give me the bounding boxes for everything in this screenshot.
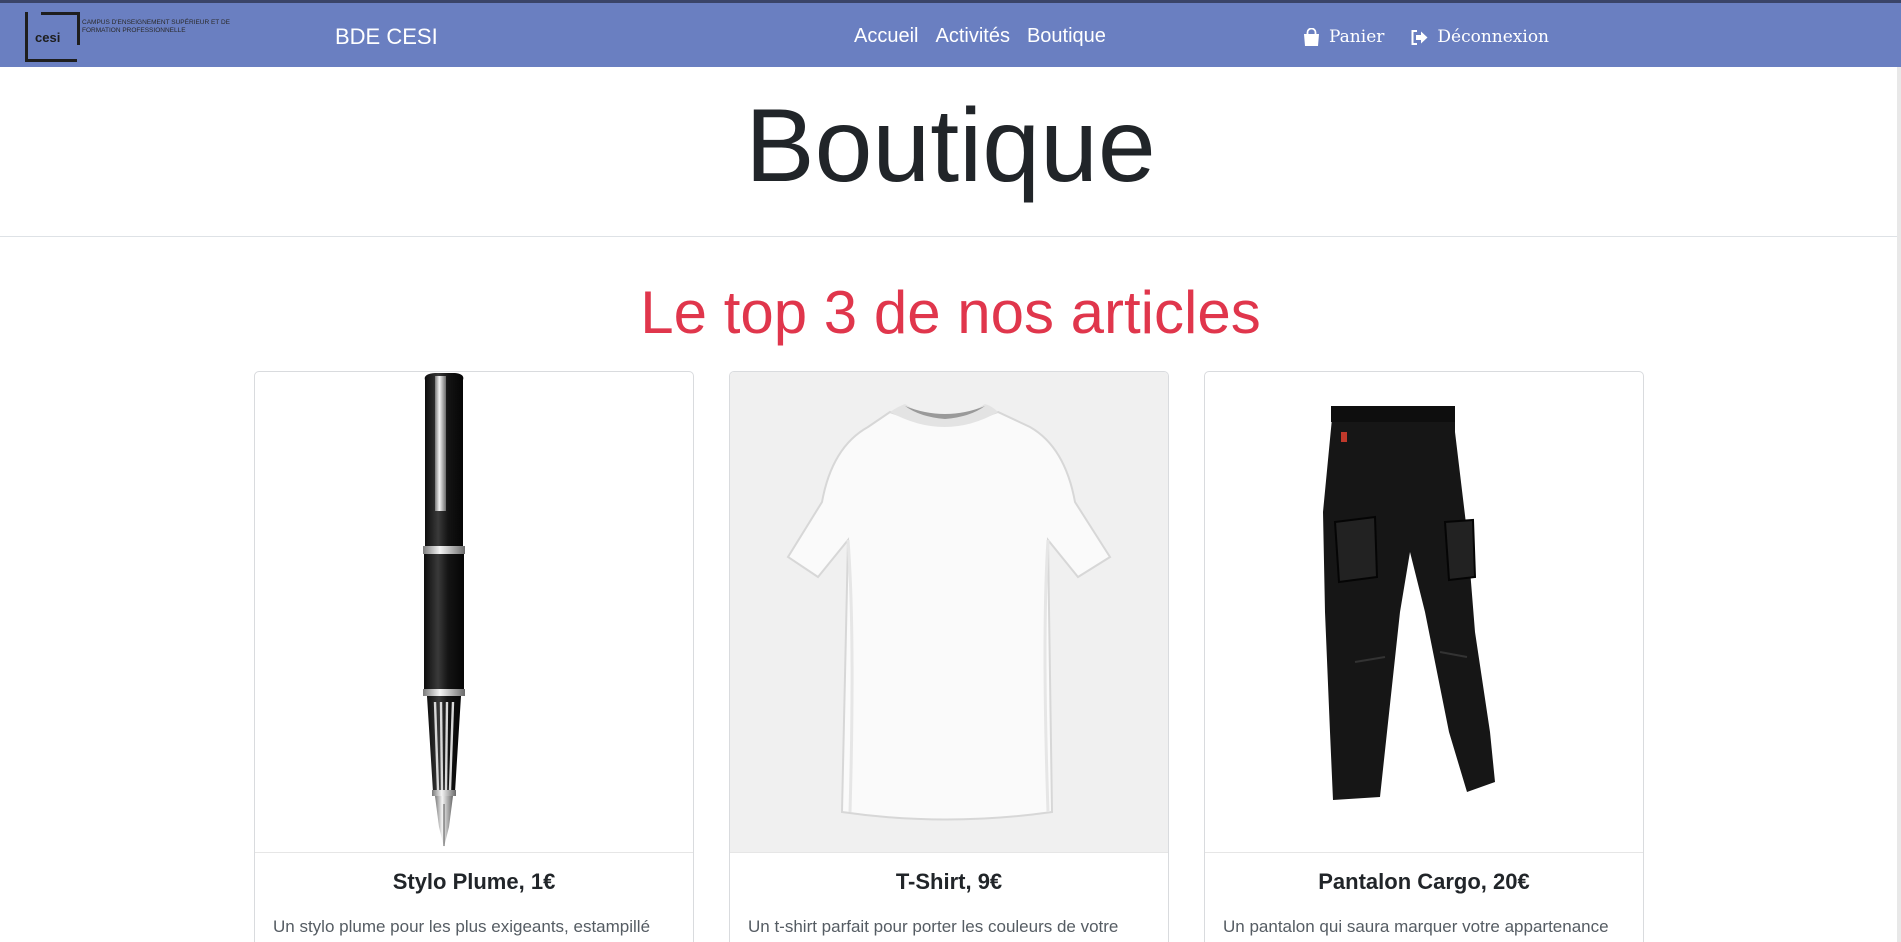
- cesi-logo-word: cesi: [35, 30, 61, 45]
- logout-link[interactable]: Déconnexion: [1410, 27, 1549, 47]
- page-title: Boutique: [745, 88, 1156, 204]
- nav-link-accueil[interactable]: Accueil: [854, 25, 918, 48]
- brand-name[interactable]: BDE CESI: [335, 24, 438, 50]
- user-nav: Panier Déconnexion: [1302, 27, 1549, 47]
- white-tshirt-image: [730, 372, 1168, 852]
- product-card-body: Stylo Plume, 1€ Un stylo plume pour les …: [255, 852, 693, 936]
- nav-link-activites[interactable]: Activités: [935, 25, 1009, 48]
- product-description: Un stylo plume pour les plus exigeants, …: [273, 917, 651, 936]
- product-title[interactable]: T-Shirt, 9€: [730, 869, 1168, 895]
- nav-link-boutique[interactable]: Boutique: [1027, 25, 1106, 48]
- product-card[interactable]: Stylo Plume, 1€ Un stylo plume pour les …: [254, 371, 694, 942]
- header-divider: [0, 236, 1901, 237]
- logout-label: Déconnexion: [1437, 27, 1550, 47]
- product-card[interactable]: T-Shirt, 9€ Un t-shirt parfait pour port…: [729, 371, 1169, 942]
- black-cargo-pants-image: [1205, 372, 1643, 852]
- product-description: Un t-shirt parfait pour porter les coule…: [748, 917, 1119, 936]
- product-card-body: T-Shirt, 9€ Un t-shirt parfait pour port…: [730, 852, 1168, 936]
- product-card[interactable]: Pantalon Cargo, 20€ Un pantalon qui saur…: [1204, 371, 1644, 942]
- main-nav: Accueil Activités Boutique: [854, 25, 1106, 48]
- product-cards: Stylo Plume, 1€ Un stylo plume pour les …: [254, 371, 1644, 942]
- section-title: Le top 3 de nos articles: [640, 279, 1261, 346]
- product-title[interactable]: Stylo Plume, 1€: [255, 869, 693, 895]
- cesi-logo-tagline: CAMPUS D'ENSEIGNEMENT SUPÉRIEUR ET DE FO…: [82, 19, 230, 34]
- product-card-body: Pantalon Cargo, 20€ Un pantalon qui saur…: [1205, 852, 1643, 936]
- shopping-bag-icon: [1304, 27, 1319, 46]
- product-title[interactable]: Pantalon Cargo, 20€: [1205, 869, 1643, 895]
- sign-out-icon: [1411, 29, 1428, 45]
- page-scrollbar[interactable]: [1897, 67, 1901, 942]
- product-description: Un pantalon qui saura marquer votre appa…: [1223, 917, 1609, 936]
- cesi-logo[interactable]: cesi CAMPUS D'ENSEIGNEMENT SUPÉRIEUR ET …: [25, 12, 235, 62]
- top-navbar: cesi CAMPUS D'ENSEIGNEMENT SUPÉRIEUR ET …: [0, 0, 1901, 67]
- fountain-pen-image: [255, 372, 693, 852]
- cart-label: Panier: [1329, 27, 1385, 47]
- cart-link[interactable]: Panier: [1302, 27, 1384, 47]
